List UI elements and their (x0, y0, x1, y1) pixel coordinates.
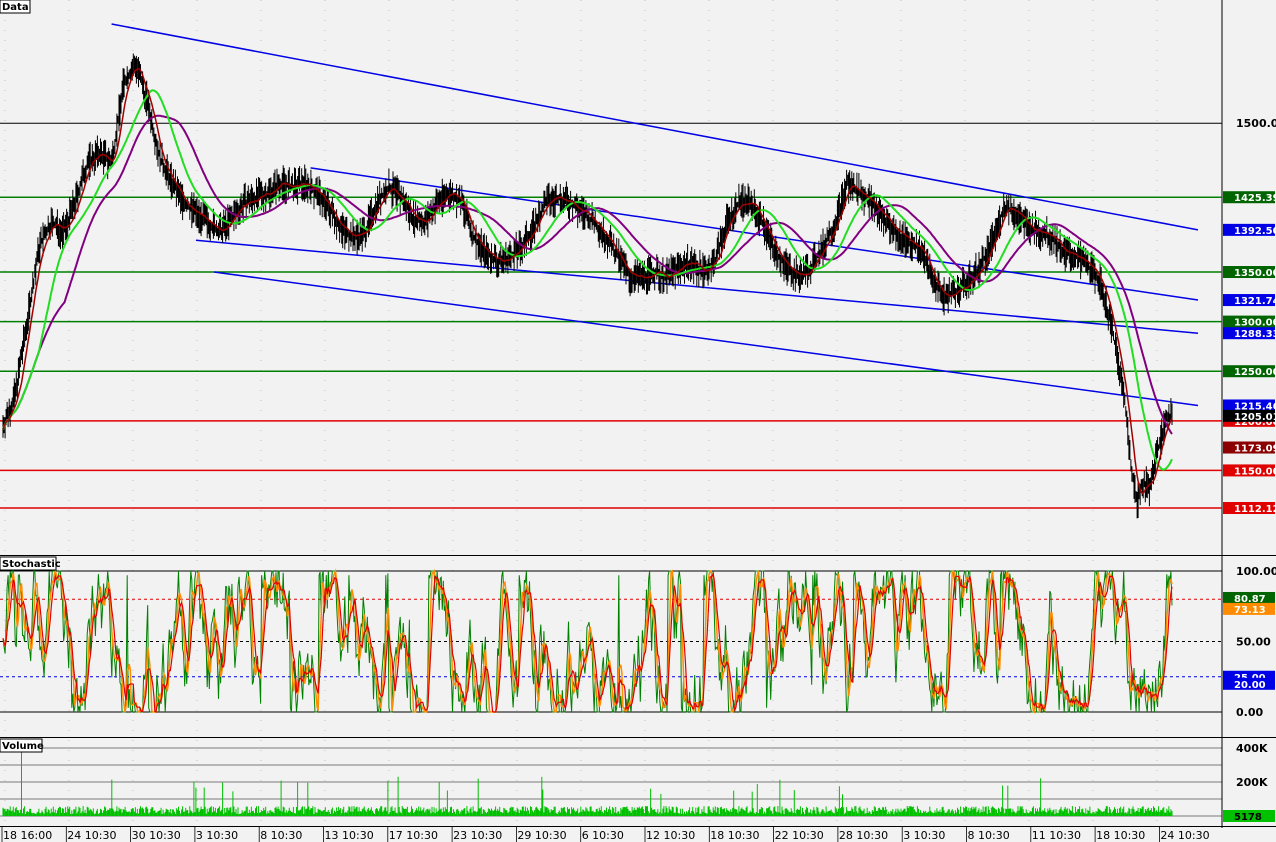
x-tick-label: 29 10:30 (517, 829, 566, 842)
price-panel (0, 0, 1222, 555)
volume-tag-label: 5178 (1234, 812, 1262, 823)
x-tick-label: 11 10:30 (1032, 829, 1081, 842)
price-panel-title: Data (2, 2, 29, 13)
x-tick-label: 3 10:30 (196, 829, 238, 842)
stoch-tick-label: 50.00 (1236, 636, 1271, 649)
price-tag-label: 1288.33 (1234, 329, 1276, 340)
chart-canvas: 1500.00 100.00 50.00 0.00 400K 200K 1425.39 139… (0, 0, 1276, 842)
x-tick-label: 24 10:30 (1160, 829, 1209, 842)
price-tag-label: 1300.00 (1234, 318, 1276, 329)
price-tag-label: 1321.74 (1234, 296, 1276, 307)
price-tag-label: 1205.01 (1234, 412, 1276, 423)
price-tick-label: 1500.00 (1236, 117, 1276, 130)
stoch-tag-label: 73.13 (1234, 605, 1266, 616)
price-tag-label: 1112.12 (1234, 504, 1276, 515)
x-tick-label: 12 10:30 (646, 829, 695, 842)
x-tick-label: 23 10:30 (453, 829, 502, 842)
volume-panel-title: Volume (2, 741, 44, 752)
x-tick-label: 3 10:30 (903, 829, 945, 842)
x-tick-label: 22 10:30 (775, 829, 824, 842)
volume-tick-label: 200K (1236, 776, 1268, 789)
x-tick-label: 8 10:30 (968, 829, 1010, 842)
stochastic-panel-title: Stochastic (2, 559, 61, 570)
price-tag-label: 1250.00 (1234, 367, 1276, 378)
x-tick-label: 18 16:00 (3, 829, 52, 842)
price-tag-label: 1150.00 (1234, 466, 1276, 477)
stoch-tick-label: 0.00 (1236, 706, 1263, 719)
x-tick-label: 28 10:30 (839, 829, 888, 842)
x-tick-label: 17 10:30 (389, 829, 438, 842)
price-tag-label: 1392.50 (1234, 226, 1276, 237)
stoch-tick-label: 100.00 (1236, 565, 1276, 578)
x-tick-label: 8 10:30 (260, 829, 302, 842)
x-tick-label: 6 10:30 (582, 829, 624, 842)
x-tick-label: 30 10:30 (132, 829, 181, 842)
x-tick-label: 13 10:30 (325, 829, 374, 842)
trading-chart-window: 1500.00 100.00 50.00 0.00 400K 200K 1425.39 139… (0, 0, 1276, 842)
price-tag-label: 1425.39 (1234, 193, 1276, 204)
x-tick-label: 18 10:30 (710, 829, 759, 842)
x-tick-label: 18 10:30 (1096, 829, 1145, 842)
volume-tick-label: 400K (1236, 742, 1268, 755)
stoch-tag-label: 20.00 (1234, 680, 1266, 691)
x-tick-label: 24 10:30 (67, 829, 116, 842)
price-tag-label: 1173.09 (1234, 444, 1276, 455)
price-tag-label: 1350.00 (1234, 268, 1276, 279)
